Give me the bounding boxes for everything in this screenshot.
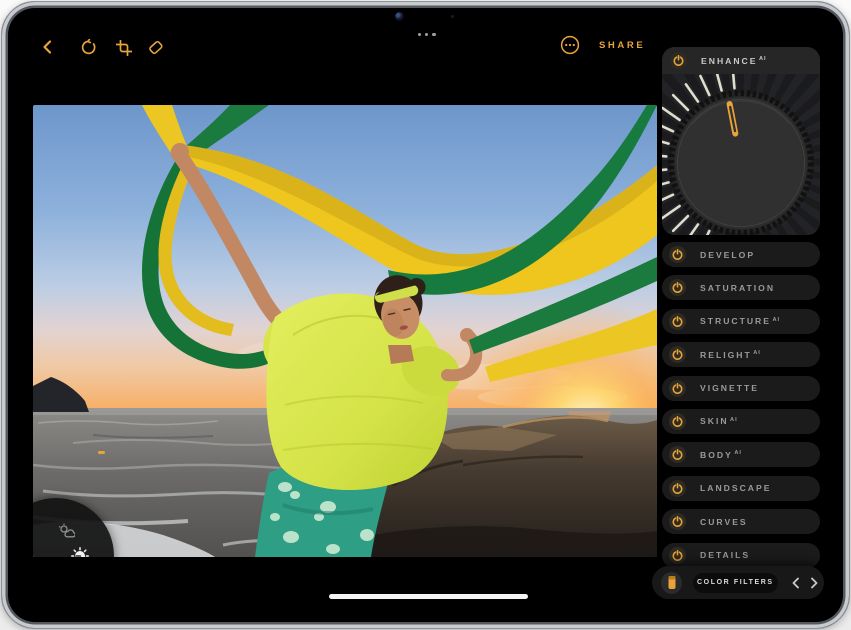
ai-badge: AI (734, 450, 742, 456)
power-toggle[interactable] (669, 246, 686, 263)
tool-row[interactable]: BODYAI (662, 442, 820, 467)
repair-tool-icon (146, 38, 165, 57)
crop-button[interactable] (115, 39, 132, 56)
repair-tool-button[interactable] (146, 38, 165, 57)
ambient-sensor (451, 15, 454, 18)
enhance-panel: ENHANCEAI (662, 47, 820, 235)
power-icon (672, 349, 683, 360)
tool-row[interactable]: SATURATION (662, 275, 820, 300)
photo-image (33, 105, 657, 557)
power-icon (672, 449, 683, 460)
power-icon (672, 282, 683, 293)
tool-label: RELIGHTAI (700, 350, 761, 360)
enhance-knob[interactable] (662, 74, 820, 235)
adjust-light-icon[interactable] (71, 547, 89, 557)
crop-icon (116, 40, 132, 56)
more-options-button[interactable] (560, 35, 580, 55)
undo-icon (80, 39, 97, 56)
prev-filter-button[interactable] (786, 572, 805, 594)
power-toggle[interactable] (669, 313, 686, 330)
tool-label: LANDSCAPE (700, 483, 773, 493)
color-filters-bar: COLOR FILTERS (652, 566, 824, 599)
power-icon (672, 383, 683, 394)
tool-list: DEVELOP SATURATION STRUCTUREAI RELIGHTAI (662, 242, 820, 576)
power-toggle[interactable] (669, 413, 686, 430)
chevron-left-icon (41, 39, 55, 55)
enhance-header[interactable]: ENHANCEAI (662, 47, 820, 74)
chevron-right-icon (810, 577, 819, 589)
photo-canvas[interactable] (33, 105, 657, 557)
tool-row[interactable]: DEVELOP (662, 242, 820, 267)
power-toggle[interactable] (669, 446, 686, 463)
ai-badge: AI (773, 317, 781, 323)
front-camera (395, 12, 404, 21)
tool-row[interactable]: STRUCTUREAI (662, 309, 820, 334)
ellipsis-circle-icon (560, 35, 580, 55)
power-icon (672, 516, 683, 527)
back-button[interactable] (40, 39, 56, 55)
white-balance-icon[interactable] (58, 523, 75, 538)
tool-label: VIGNETTE (700, 383, 760, 393)
share-button[interactable]: SHARE (599, 40, 645, 51)
filter-canister-icon (667, 575, 677, 590)
tool-label: CURVES (700, 517, 749, 527)
ipad-device-frame: SHARE (1, 1, 850, 629)
tool-row[interactable]: VIGNETTE (662, 376, 820, 401)
next-filter-button[interactable] (805, 572, 824, 594)
ai-badge: AI (759, 56, 767, 62)
power-toggle[interactable] (669, 480, 686, 497)
power-toggle[interactable] (669, 346, 686, 363)
tool-row[interactable]: LANDSCAPE (662, 476, 820, 501)
home-indicator[interactable] (329, 594, 528, 599)
power-icon (672, 416, 683, 427)
power-toggle[interactable] (669, 547, 686, 564)
tool-row[interactable]: SKINAI (662, 409, 820, 434)
tool-label: STRUCTUREAI (700, 316, 780, 326)
ai-badge: AI (753, 350, 761, 356)
chevron-left-icon (791, 577, 800, 589)
power-toggle[interactable] (669, 380, 686, 397)
multitasking-indicator[interactable] (418, 33, 436, 36)
power-icon (672, 249, 683, 260)
power-toggle[interactable] (669, 513, 686, 530)
tool-row[interactable]: DETAILS (662, 543, 820, 568)
power-icon (672, 483, 683, 494)
tool-row[interactable]: CURVES (662, 509, 820, 534)
power-toggle[interactable] (670, 52, 687, 69)
power-toggle[interactable] (669, 279, 686, 296)
power-icon (672, 316, 683, 327)
tool-label: BODYAI (700, 450, 742, 460)
dial-value-tick (98, 451, 105, 454)
ai-badge: AI (730, 417, 738, 423)
power-icon (673, 55, 684, 66)
screenshot-stage: SHARE (0, 0, 851, 630)
enhance-dial-area[interactable] (662, 74, 820, 235)
tool-label: SATURATION (700, 283, 777, 293)
tool-label: SKINAI (700, 416, 738, 426)
undo-button[interactable] (79, 38, 97, 56)
color-filters-icon-button[interactable] (661, 572, 682, 594)
enhance-label: ENHANCEAI (701, 56, 767, 66)
tool-label: DETAILS (700, 550, 752, 560)
tool-row[interactable]: RELIGHTAI (662, 342, 820, 367)
color-filters-pill[interactable]: COLOR FILTERS (693, 573, 777, 593)
power-icon (672, 550, 683, 561)
tool-label: DEVELOP (700, 250, 757, 260)
